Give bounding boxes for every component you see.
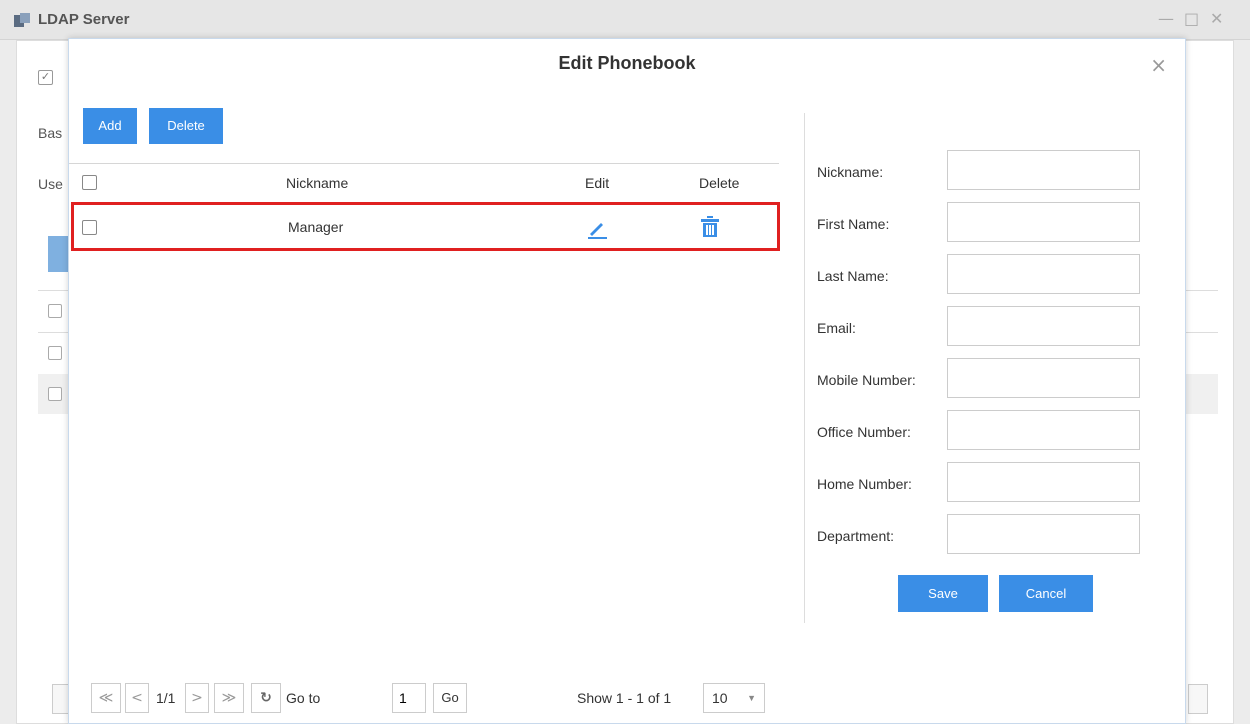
- home-number-field[interactable]: [947, 462, 1140, 502]
- nickname-label: Nickname:: [817, 164, 884, 180]
- minimize-icon[interactable]: —: [1158, 9, 1174, 28]
- email-field[interactable]: [947, 306, 1140, 346]
- column-header-edit: Edit: [585, 175, 610, 191]
- column-header-delete: Delete: [699, 175, 740, 191]
- cancel-button[interactable]: Cancel: [999, 575, 1093, 612]
- column-header-nickname: Nickname: [286, 175, 349, 191]
- page-indicator: 1/1: [156, 690, 176, 706]
- page-size-value: 10: [712, 690, 728, 706]
- mobile-number-field[interactable]: [947, 358, 1140, 398]
- page-size-select[interactable]: 10 ▼: [703, 683, 765, 713]
- background-row-checkbox[interactable]: [48, 387, 62, 401]
- select-all-checkbox[interactable]: [82, 175, 97, 190]
- pencil-icon[interactable]: [587, 219, 609, 239]
- window-close-icon[interactable]: ✕: [1210, 9, 1223, 28]
- trash-icon[interactable]: [700, 216, 720, 238]
- first-page-button[interactable]: ≪: [91, 683, 121, 713]
- save-button[interactable]: Save: [898, 575, 988, 612]
- home-number-label: Home Number:: [817, 476, 912, 492]
- add-button[interactable]: Add: [83, 108, 137, 144]
- ldap-app-icon: [14, 13, 30, 27]
- table-row-highlight: [71, 202, 780, 251]
- background-row-checkbox[interactable]: [48, 346, 62, 360]
- dialog-title: Edit Phonebook: [558, 53, 696, 73]
- row-checkbox[interactable]: [82, 220, 97, 235]
- background-label-base: Bas: [38, 125, 63, 141]
- prev-page-button[interactable]: <: [125, 683, 149, 713]
- last-name-label: Last Name:: [817, 268, 889, 284]
- background-row-checkbox[interactable]: [48, 304, 62, 318]
- records-summary: Show 1 - 1 of 1: [577, 690, 672, 706]
- mobile-number-label: Mobile Number:: [817, 372, 916, 388]
- last-page-button[interactable]: ≫: [214, 683, 244, 713]
- dialog-close-icon[interactable]: ×: [1150, 53, 1167, 77]
- last-name-field[interactable]: [947, 254, 1140, 294]
- office-number-label: Office Number:: [817, 424, 911, 440]
- goto-page-input[interactable]: [392, 683, 426, 713]
- next-page-button[interactable]: >: [185, 683, 209, 713]
- background-checkbox[interactable]: ✓: [38, 70, 53, 85]
- table-top-border: [69, 163, 779, 164]
- first-name-label: First Name:: [817, 216, 890, 232]
- first-name-field[interactable]: [947, 202, 1140, 242]
- background-pager-button[interactable]: [1188, 684, 1208, 714]
- row-nickname: Manager: [288, 219, 344, 235]
- delete-button[interactable]: Delete: [149, 108, 223, 144]
- email-label: Email:: [817, 320, 856, 336]
- background-label-user: Use: [38, 176, 63, 192]
- refresh-icon[interactable]: ↻: [251, 683, 281, 713]
- chevron-down-icon: ▼: [747, 693, 756, 703]
- nickname-field[interactable]: [947, 150, 1140, 190]
- window-title: LDAP Server: [38, 11, 130, 28]
- department-label: Department:: [817, 528, 895, 544]
- panel-divider: [804, 113, 805, 623]
- go-button[interactable]: Go: [433, 683, 467, 713]
- office-number-field[interactable]: [947, 410, 1140, 450]
- maximize-icon[interactable]: □: [1184, 9, 1199, 28]
- department-field[interactable]: [947, 514, 1140, 554]
- edit-phonebook-dialog: Edit Phonebook × Add Delete Nickname Edi…: [68, 38, 1186, 724]
- goto-label: Go to: [286, 690, 321, 706]
- window-titlebar: LDAP Server — □ ✕: [0, 0, 1250, 40]
